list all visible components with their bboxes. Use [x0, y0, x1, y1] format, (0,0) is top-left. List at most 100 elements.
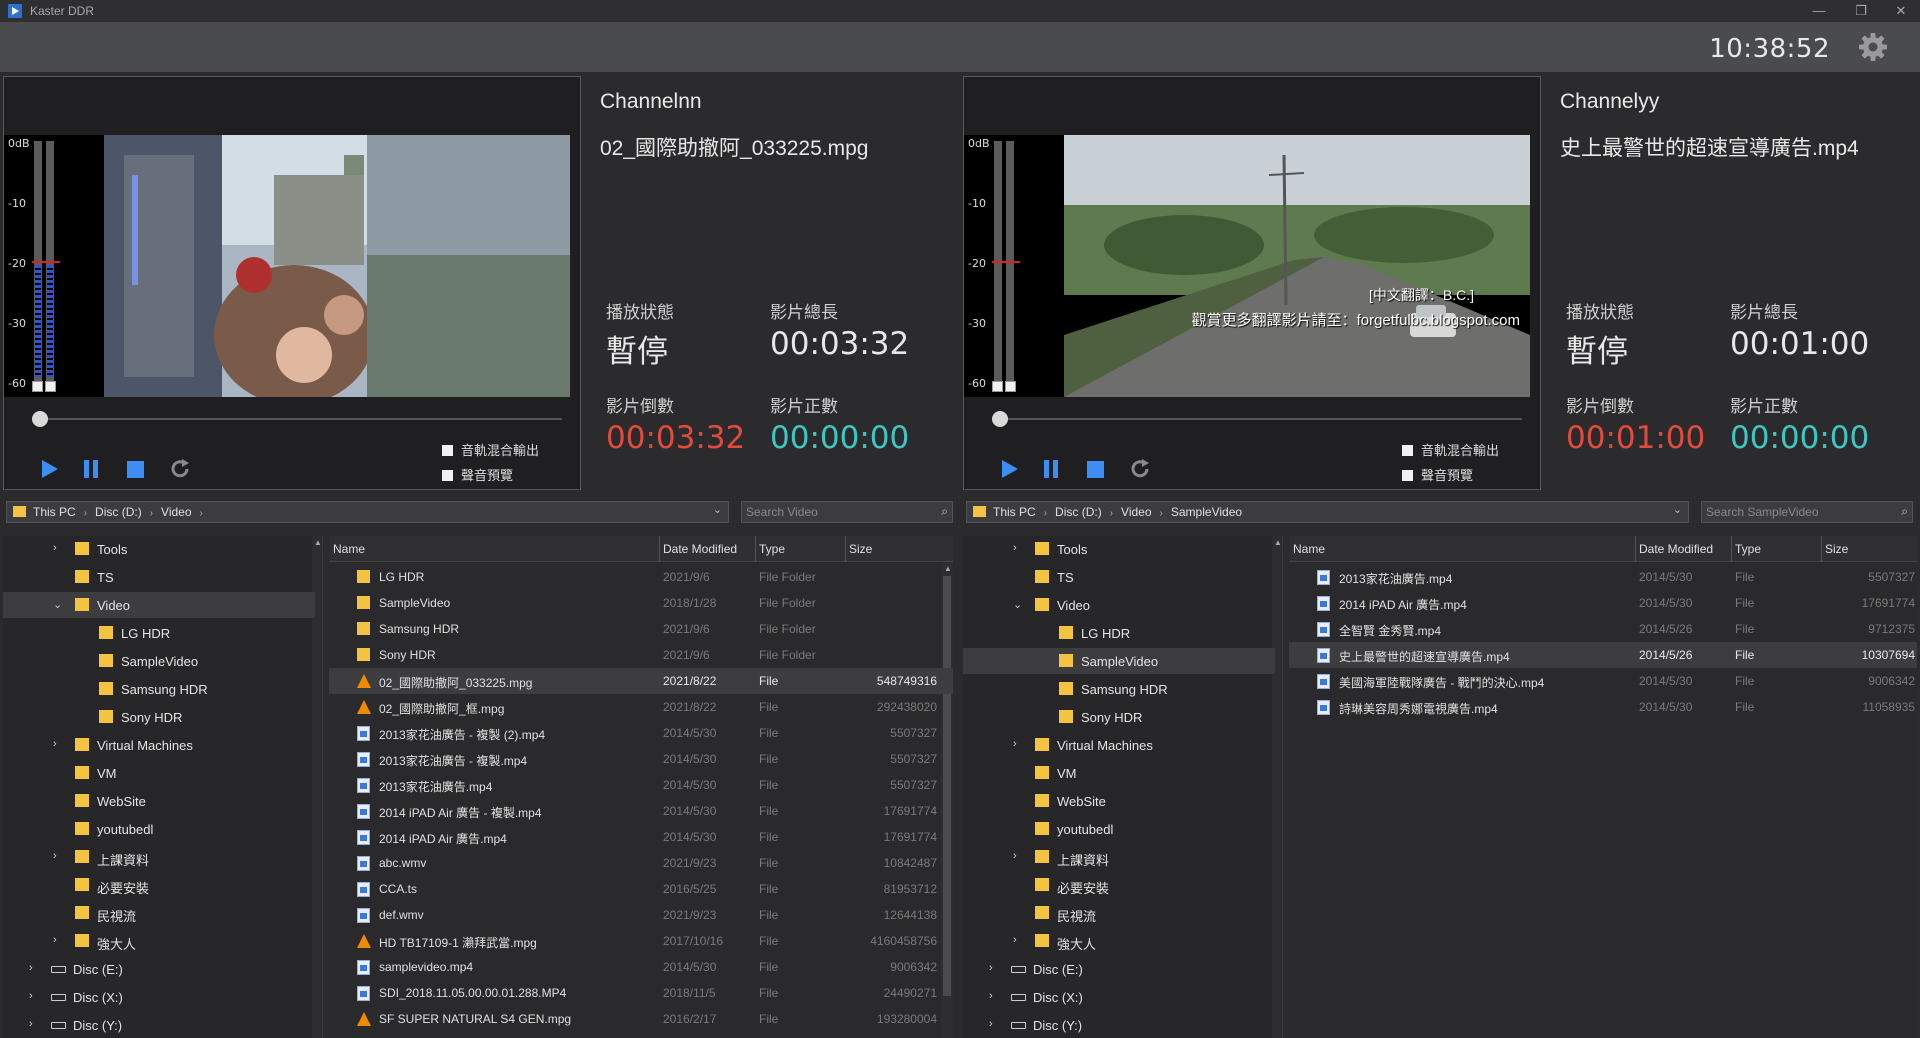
audio-preview-option[interactable]: 聲音預覽 — [1402, 465, 1473, 484]
file-row[interactable]: HD TB17109-1 瀨拜武當.mpg 2017/10/16 File 41604… — [329, 928, 953, 954]
tree-item[interactable]: › Disc (X:) — [963, 984, 1275, 1010]
column-type[interactable]: Type — [1735, 542, 1761, 556]
crumb-disc-d[interactable]: Disc (D:) — [1055, 505, 1102, 519]
tree-item[interactable]: › Virtual Machines — [963, 732, 1275, 758]
tree-item[interactable]: › Virtual Machines — [3, 732, 315, 758]
meter-check-left[interactable] — [32, 381, 43, 392]
search-icon[interactable]: ⌕ — [1901, 504, 1908, 519]
chevron-right-icon[interactable]: › — [989, 962, 999, 974]
close-button[interactable]: ✕ — [1884, 1, 1918, 21]
tree-item[interactable]: › 強大人 — [963, 928, 1275, 954]
chevron-down-icon[interactable]: ⌄ — [53, 598, 63, 611]
pause-icon[interactable] — [82, 457, 102, 481]
tree-item[interactable]: Sony HDR — [963, 704, 1275, 730]
tree-item[interactable]: › 強大人 — [3, 928, 315, 954]
file-row[interactable]: SDI_2018.11.05.00.00.01.288.MP4 2018/11/5… — [329, 980, 953, 1006]
file-row[interactable]: def.wmv 2021/9/23 File 12644138 — [329, 902, 953, 928]
chevron-right-icon[interactable]: › — [989, 1018, 999, 1030]
tree-item[interactable]: › Tools — [3, 536, 315, 562]
file-row[interactable]: 02_國際助撤阿_033225.mpg 2021/8/22 File 54874931… — [329, 668, 953, 694]
chevron-right-icon[interactable]: › — [1013, 542, 1023, 554]
seek-knob[interactable] — [32, 411, 48, 427]
search-input[interactable]: Search SampleVideo ⌕ — [1701, 501, 1913, 523]
meter-check-right[interactable] — [1005, 381, 1016, 392]
tree-item[interactable]: › Disc (E:) — [3, 956, 315, 982]
path-breadcrumb-1[interactable]: This PC › Disc (D:) › Video › ⌄ — [6, 501, 729, 523]
column-size[interactable]: Size — [1825, 542, 1848, 556]
chevron-down-icon[interactable]: ⌄ — [1013, 598, 1023, 611]
tree-item[interactable]: SampleVideo — [963, 648, 1275, 674]
mix-output-checkbox[interactable] — [1402, 445, 1413, 456]
tree-item[interactable]: youtubedl — [3, 816, 315, 842]
file-row[interactable]: SF SUPER NATURAL S4 GEN.mpg 2016/2/17 File… — [329, 1006, 953, 1032]
file-row[interactable]: 2014 iPAD Air 廣告.mp4 2014/5/30 File 1769177… — [1289, 590, 1917, 616]
audio-preview-option[interactable]: 聲音預覽 — [442, 465, 513, 484]
tree-item[interactable]: VM — [3, 760, 315, 786]
tree-item[interactable]: SampleVideo — [3, 648, 315, 674]
crumb-disc-d[interactable]: Disc (D:) — [95, 505, 142, 519]
tree-item[interactable]: 必要安裝 — [963, 872, 1275, 898]
chevron-right-icon[interactable]: › — [1013, 934, 1023, 946]
tree-item[interactable]: LG HDR — [3, 620, 315, 646]
crumb-video[interactable]: Video — [1121, 505, 1151, 519]
audio-preview-checkbox[interactable] — [442, 470, 453, 481]
file-row[interactable]: 2013家花油廣告.mp4 2014/5/30 File 5507327 — [329, 772, 953, 798]
tree-item[interactable]: youtubedl — [963, 816, 1275, 842]
tree-item[interactable]: › Disc (Y:) — [3, 1012, 315, 1038]
file-row[interactable]: 詩琳美容周秀娜電視廣告.mp4 2014/5/30 File 11058935 — [1289, 694, 1917, 720]
file-row[interactable]: 美國海軍陸戰隊廣告 - 戰鬥的決心.mp4 2014/5/30 File 900634… — [1289, 668, 1917, 694]
chevron-right-icon[interactable]: › — [53, 850, 63, 862]
stop-icon[interactable] — [1086, 457, 1106, 481]
chevron-right-icon[interactable]: › — [53, 542, 63, 554]
play-icon[interactable] — [40, 457, 60, 481]
file-row[interactable]: 2014 iPAD Air 廣告 - 複製.mp4 2014/5/30 File 17… — [329, 798, 953, 824]
file-row[interactable]: 全智賢 金秀賢.mp4 2014/5/26 File 9712375 — [1289, 616, 1917, 642]
tree-item[interactable]: Sony HDR — [3, 704, 315, 730]
file-row[interactable]: SampleVideo 2018/1/28 File Folder — [329, 590, 953, 616]
crumb-this-pc[interactable]: This PC — [33, 505, 76, 519]
column-name[interactable]: Name — [1293, 542, 1325, 556]
column-size[interactable]: Size — [849, 542, 872, 556]
tree-item[interactable]: ⌄ Video — [963, 592, 1275, 618]
tree-item[interactable]: Samsung HDR — [3, 676, 315, 702]
tree-item[interactable]: VM — [963, 760, 1275, 786]
replay-icon[interactable] — [170, 457, 192, 481]
tree-item[interactable]: › 上課資料 — [963, 844, 1275, 870]
chevron-down-icon[interactable]: ⌄ — [713, 503, 722, 516]
file-row[interactable]: samplevideo.mp4 2014/5/30 File 9006342 — [329, 954, 953, 980]
file-row[interactable]: Samsung HDR 2021/9/6 File Folder — [329, 616, 953, 642]
tree-item[interactable]: 必要安裝 — [3, 872, 315, 898]
column-name[interactable]: Name — [333, 542, 365, 556]
gear-icon[interactable] — [1858, 32, 1888, 62]
crumb-this-pc[interactable]: This PC — [993, 505, 1036, 519]
maximize-button[interactable]: ❐ — [1844, 1, 1878, 21]
minimize-button[interactable]: — — [1802, 1, 1836, 21]
tree-item[interactable]: TS — [3, 564, 315, 590]
tree-item[interactable]: Samsung HDR — [963, 676, 1275, 702]
file-row[interactable]: 2013家花油廣告 - 複製 (2).mp4 2014/5/30 File 55073… — [329, 720, 953, 746]
chevron-right-icon[interactable]: › — [29, 990, 39, 1002]
chevron-right-icon[interactable]: › — [989, 990, 999, 1002]
stop-icon[interactable] — [126, 457, 146, 481]
chevron-down-icon[interactable]: ⌄ — [1673, 503, 1682, 516]
chevron-right-icon[interactable]: › — [53, 738, 63, 750]
search-icon[interactable]: ⌕ — [941, 504, 948, 519]
tree-item[interactable]: › Disc (X:) — [3, 984, 315, 1010]
column-date[interactable]: Date Modified — [663, 542, 737, 556]
tree-item[interactable]: › Disc (E:) — [963, 956, 1275, 982]
tree-item[interactable]: › Disc (Y:) — [963, 1012, 1275, 1038]
tree-item[interactable]: › Tools — [963, 536, 1275, 562]
tree-item[interactable]: TS — [963, 564, 1275, 590]
tree-item[interactable]: 民視流 — [3, 900, 315, 926]
chevron-right-icon[interactable]: › — [53, 934, 63, 946]
file-row[interactable]: 史上最警世的超速宣導廣告.mp4 2014/5/26 File 10307694 — [1289, 642, 1917, 668]
file-row[interactable]: 2013家花油廣告 - 複製.mp4 2014/5/30 File 5507327 — [329, 746, 953, 772]
tree-item[interactable]: WebSite — [963, 788, 1275, 814]
seek-knob[interactable] — [992, 411, 1008, 427]
replay-icon[interactable] — [1130, 457, 1152, 481]
pause-icon[interactable] — [1042, 457, 1062, 481]
meter-check-left[interactable] — [992, 381, 1003, 392]
seek-track[interactable] — [998, 418, 1522, 420]
column-type[interactable]: Type — [759, 542, 785, 556]
chevron-right-icon[interactable]: › — [29, 1018, 39, 1030]
